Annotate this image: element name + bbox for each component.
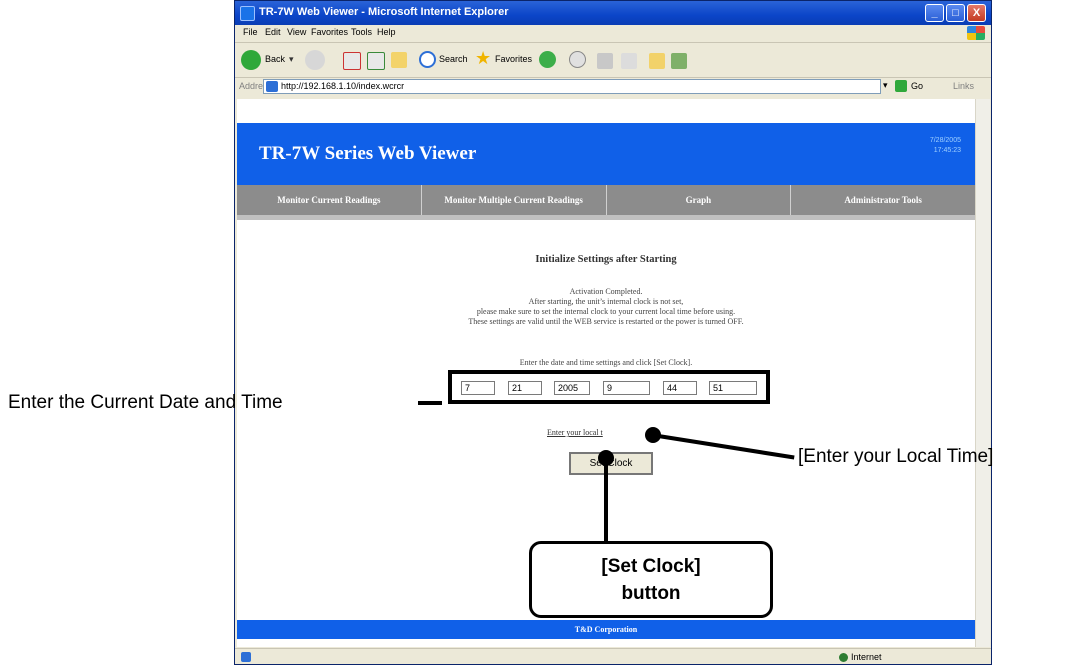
status-zone: Internet — [851, 652, 882, 662]
instruction-text: Enter the date and time settings and cli… — [519, 358, 693, 367]
hour-input[interactable]: 9 — [603, 381, 650, 395]
menu-tools[interactable]: Tools — [351, 27, 372, 37]
favorites-label[interactable]: Favorites — [495, 54, 532, 74]
activation-message: Activation Completed. After starting, th… — [237, 287, 975, 327]
page-icon — [266, 81, 278, 92]
links-label[interactable]: Links — [953, 81, 974, 91]
message-line-4: These settings are valid until the WEB s… — [468, 317, 744, 326]
messenger-icon[interactable] — [671, 53, 687, 69]
day-input[interactable]: 21 — [508, 381, 542, 395]
folder-icon[interactable] — [649, 53, 665, 69]
header-date: 7/28/2005 — [929, 137, 961, 144]
back-label[interactable]: Back — [265, 54, 285, 74]
close-button[interactable]: X — [967, 4, 986, 22]
message-line-2: After starting, the unit’s internal cloc… — [528, 297, 684, 306]
search-icon[interactable] — [419, 51, 436, 68]
menu-file[interactable]: File — [243, 27, 258, 37]
menu-edit[interactable]: Edit — [265, 27, 281, 37]
stop-icon[interactable] — [343, 52, 361, 70]
search-label[interactable]: Search — [439, 54, 468, 74]
annotation-setclock-connector — [604, 458, 608, 542]
nav-monitor-multiple[interactable]: Monitor Multiple Current Readings — [422, 185, 607, 215]
back-dropdown-icon[interactable]: ▾ — [289, 54, 294, 74]
page-footer: T&D Corporation — [237, 620, 975, 639]
message-line-3: please make sure to set the internal clo… — [476, 307, 736, 316]
vertical-scrollbar[interactable] — [975, 99, 990, 647]
minimize-button[interactable]: _ — [925, 4, 944, 22]
address-dropdown-icon[interactable]: ▾ — [883, 80, 888, 91]
page-title: TR-7W Series Web Viewer — [259, 143, 477, 164]
edit-icon[interactable] — [621, 53, 637, 69]
toolbar: Back ▾ Search ★ Favorites — [235, 42, 991, 78]
minute-input[interactable]: 44 — [663, 381, 697, 395]
header-clock: 7/28/2005 17:45:23 — [930, 136, 961, 156]
callout-line-2: button — [621, 583, 681, 604]
nav-graph[interactable]: Graph — [607, 185, 792, 215]
internet-zone-icon — [839, 653, 848, 662]
annotation-setclock-callout: [Set Clock] button — [529, 541, 773, 618]
address-input[interactable]: http://192.168.1.10/index.wcrcr — [263, 79, 881, 94]
section-heading: Initialize Settings after Starting — [535, 254, 677, 265]
nav-monitor-current[interactable]: Monitor Current Readings — [237, 185, 422, 215]
second-input[interactable]: 51 — [709, 381, 757, 395]
month-input[interactable]: 7 — [461, 381, 495, 395]
media-icon[interactable] — [539, 51, 556, 68]
date-time-fields: 7 21 2005 9 44 51 — [448, 370, 770, 404]
windows-logo-icon — [967, 26, 985, 40]
menu-help[interactable]: Help — [377, 27, 396, 37]
address-bar: Address http://192.168.1.10/index.wcrcr … — [235, 77, 991, 97]
nav-admin-tools[interactable]: Administrator Tools — [791, 185, 975, 215]
home-icon[interactable] — [391, 52, 407, 68]
menu-bar: File Edit View Favorites Tools Help — [235, 25, 991, 41]
callout-line-1: [Set Clock] — [601, 556, 701, 577]
favorites-star-icon[interactable]: ★ — [475, 48, 491, 68]
nav-bar: Monitor Current Readings Monitor Multipl… — [237, 185, 975, 215]
enter-local-time-link[interactable]: Enter your local t — [547, 428, 603, 437]
refresh-icon[interactable] — [367, 52, 385, 70]
message-line-1: Activation Completed. — [569, 287, 643, 296]
go-arrow-icon[interactable] — [895, 80, 907, 92]
annotation-dt-connector — [418, 401, 442, 405]
header-time: 17:45:23 — [933, 147, 961, 154]
annotation-local-time: [Enter your Local Time] — [798, 446, 994, 467]
ie-app-icon — [240, 6, 255, 21]
status-bar: Internet — [235, 648, 991, 666]
maximize-button[interactable]: □ — [946, 4, 965, 22]
forward-arrow-icon[interactable] — [305, 50, 325, 70]
menu-view[interactable]: View — [287, 27, 306, 37]
back-arrow-icon[interactable] — [241, 50, 261, 70]
print-icon[interactable] — [597, 53, 613, 69]
go-label[interactable]: Go — [911, 81, 923, 91]
year-input[interactable]: 2005 — [554, 381, 590, 395]
mail-icon[interactable] — [569, 51, 586, 68]
annotation-date-time: Enter the Current Date and Time — [8, 392, 283, 413]
page-header: TR-7W Series Web Viewer 7/28/2005 17:45:… — [237, 123, 975, 185]
menu-favorites[interactable]: Favorites — [311, 27, 348, 37]
window-title: TR-7W Web Viewer - Microsoft Internet Ex… — [259, 6, 509, 18]
title-bar: TR-7W Web Viewer - Microsoft Internet Ex… — [235, 1, 991, 25]
status-page-icon — [241, 652, 251, 662]
address-url[interactable]: http://192.168.1.10/index.wcrcr — [281, 81, 404, 91]
